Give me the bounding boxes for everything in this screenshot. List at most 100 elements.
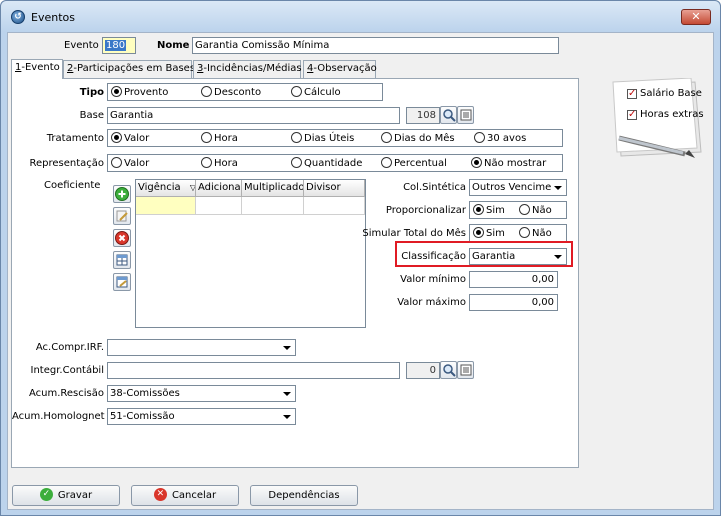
delete-coeficiente-button[interactable]	[113, 229, 131, 247]
base-search-button[interactable]	[440, 106, 457, 124]
grid-cell[interactable]	[304, 197, 365, 215]
tratamento-valor-radio[interactable]: Valor	[111, 131, 149, 145]
classificacao-highlight	[395, 241, 573, 267]
tratamento-hora-radio[interactable]: Hora	[201, 131, 238, 145]
radio-dot	[381, 156, 392, 168]
acum-homolognet-select[interactable]: 51-Comissão	[107, 408, 296, 425]
tratamento-dias-uteis-radio[interactable]: Dias Úteis	[291, 131, 354, 145]
integr-contabil-label: Integr.Contábil	[30, 365, 104, 376]
representacao-label: Representação	[29, 158, 104, 169]
dependencias-button[interactable]: Dependências	[250, 485, 358, 506]
base-code-field[interactable]: 108	[406, 107, 440, 124]
tipo-calculo-radio[interactable]: Cálculo	[291, 85, 341, 99]
tab-participacoes[interactable]: 2-Participações em Bases	[63, 60, 195, 78]
radio-dot	[291, 131, 302, 143]
save-button[interactable]: ✓ Gravar	[12, 485, 120, 506]
radio-label: Percentual	[394, 158, 447, 169]
valor-maximo-field[interactable]: 0,00	[469, 294, 558, 311]
select-value: 38-Comissões	[110, 388, 180, 399]
integr-search-button[interactable]	[440, 361, 457, 379]
tratamento-dias-mes-radio[interactable]: Dias do Mês	[381, 131, 455, 145]
representacao-nao-mostrar-radio[interactable]: Não mostrar	[471, 156, 546, 170]
radio-dot	[471, 156, 482, 168]
table-view-button[interactable]	[113, 251, 131, 269]
radio-label: Hora	[214, 158, 238, 169]
representacao-valor-radio[interactable]: Valor	[111, 156, 149, 170]
grid-cell[interactable]	[242, 197, 304, 215]
table-icon	[116, 254, 128, 266]
col-sintetica-label: Col.Sintética	[403, 182, 466, 193]
ac-compr-select[interactable]	[107, 339, 296, 356]
nome-label: Nome	[157, 40, 190, 51]
tab-evento[interactable]: 1-Evento	[11, 59, 63, 79]
integr-code-field[interactable]: 0	[406, 362, 440, 379]
grid-header-adicional[interactable]: Adicional	[196, 180, 242, 197]
add-coeficiente-button[interactable]	[113, 185, 131, 203]
radio-label: Hora	[214, 133, 238, 144]
integr-list-button[interactable]	[457, 361, 474, 379]
grid-header-vigencia[interactable]: Vigência ▽	[136, 180, 196, 197]
table-edit-icon	[116, 276, 128, 288]
ac-compr-label: Ac.Compr.IRF.	[35, 342, 104, 353]
simular-sim-radio[interactable]: Sim	[473, 226, 505, 240]
simular-label: Simular Total do Mês	[362, 228, 466, 239]
proporcionalizar-sim-radio[interactable]: Sim	[473, 203, 505, 217]
grid-header-divisor[interactable]: Divisor	[304, 180, 365, 197]
close-button[interactable]: ✕	[681, 9, 711, 25]
integr-contabil-field[interactable]	[107, 362, 400, 379]
nome-field[interactable]: Garantia Comissão Mínima	[192, 37, 559, 54]
client-area: Evento 180 Nome Garantia Comissão Mínima…	[7, 32, 714, 510]
tipo-provento-radio[interactable]: Provento	[111, 85, 168, 99]
radio-dot	[201, 85, 212, 97]
radio-label: Dias do Mês	[394, 133, 455, 144]
grid-header-multiplicador[interactable]: Multiplicador	[242, 180, 304, 197]
radio-label: 30 avos	[487, 133, 527, 144]
coeficiente-grid[interactable]: Vigência ▽ Adicional Multiplicador Divis…	[135, 179, 366, 328]
grid-cell[interactable]	[196, 197, 242, 215]
tab-evento-label: -Evento	[21, 62, 60, 73]
valor-maximo-label: Valor máximo	[397, 297, 466, 308]
tipo-desconto-radio[interactable]: Desconto	[201, 85, 261, 99]
list-icon	[460, 109, 472, 121]
representacao-percentual-radio[interactable]: Percentual	[381, 156, 447, 170]
window: ↺ Eventos ✕ Evento 180 Nome Garantia Com…	[0, 0, 721, 516]
acum-rescisao-select[interactable]: 38-Comissões	[107, 385, 296, 402]
proporcionalizar-nao-radio[interactable]: Não	[519, 203, 552, 217]
valor-minimo-field[interactable]: 0,00	[469, 271, 558, 288]
simular-nao-radio[interactable]: Não	[519, 226, 552, 240]
title-bar: ↺ Eventos ✕	[1, 1, 720, 32]
grid-cell[interactable]	[136, 197, 196, 215]
simular-radio-group: Sim Não	[469, 224, 567, 242]
window-title: Eventos	[31, 11, 75, 24]
radio-dot	[473, 203, 484, 215]
evento-field[interactable]: 180	[102, 37, 136, 54]
radio-dot	[474, 131, 485, 143]
valor-minimo-label: Valor mínimo	[400, 274, 466, 285]
notepad-item-label: Salário Base	[640, 88, 702, 99]
representacao-quantidade-radio[interactable]: Quantidade	[291, 156, 362, 170]
base-field[interactable]: Garantia	[107, 107, 400, 124]
radio-label: Cálculo	[304, 87, 341, 98]
base-label: Base	[79, 110, 104, 121]
tab-observacao[interactable]: 4-Observação	[303, 60, 377, 78]
edit-coeficiente-button[interactable]	[113, 207, 131, 225]
representacao-hora-radio[interactable]: Hora	[201, 156, 238, 170]
col-sintetica-select[interactable]: Outros Vencime	[469, 179, 567, 196]
radio-dot	[473, 226, 484, 238]
select-value: 51-Comissão	[110, 411, 175, 422]
base-list-button[interactable]	[457, 106, 474, 124]
delete-icon	[115, 231, 129, 245]
radio-dot	[111, 156, 122, 168]
tratamento-30-avos-radio[interactable]: 30 avos	[474, 131, 527, 145]
radio-dot	[111, 85, 122, 97]
tab-incidencias[interactable]: 3-Incidências/Médias	[193, 60, 302, 78]
notepad-item: ✓ Horas extras	[627, 109, 704, 120]
table-edit-button[interactable]	[113, 273, 131, 291]
cancel-button[interactable]: ✕ Cancelar	[131, 485, 239, 506]
tratamento-radio-group: Valor Hora Dias Úteis Dias do Mês 30 avo…	[107, 129, 563, 147]
notepad-item: ✓ Salário Base	[627, 88, 702, 99]
tipo-label: Tipo	[79, 87, 104, 98]
proporcionalizar-label: Proporcionalizar	[385, 205, 466, 216]
radio-dot	[519, 226, 530, 238]
radio-dot	[291, 156, 302, 168]
